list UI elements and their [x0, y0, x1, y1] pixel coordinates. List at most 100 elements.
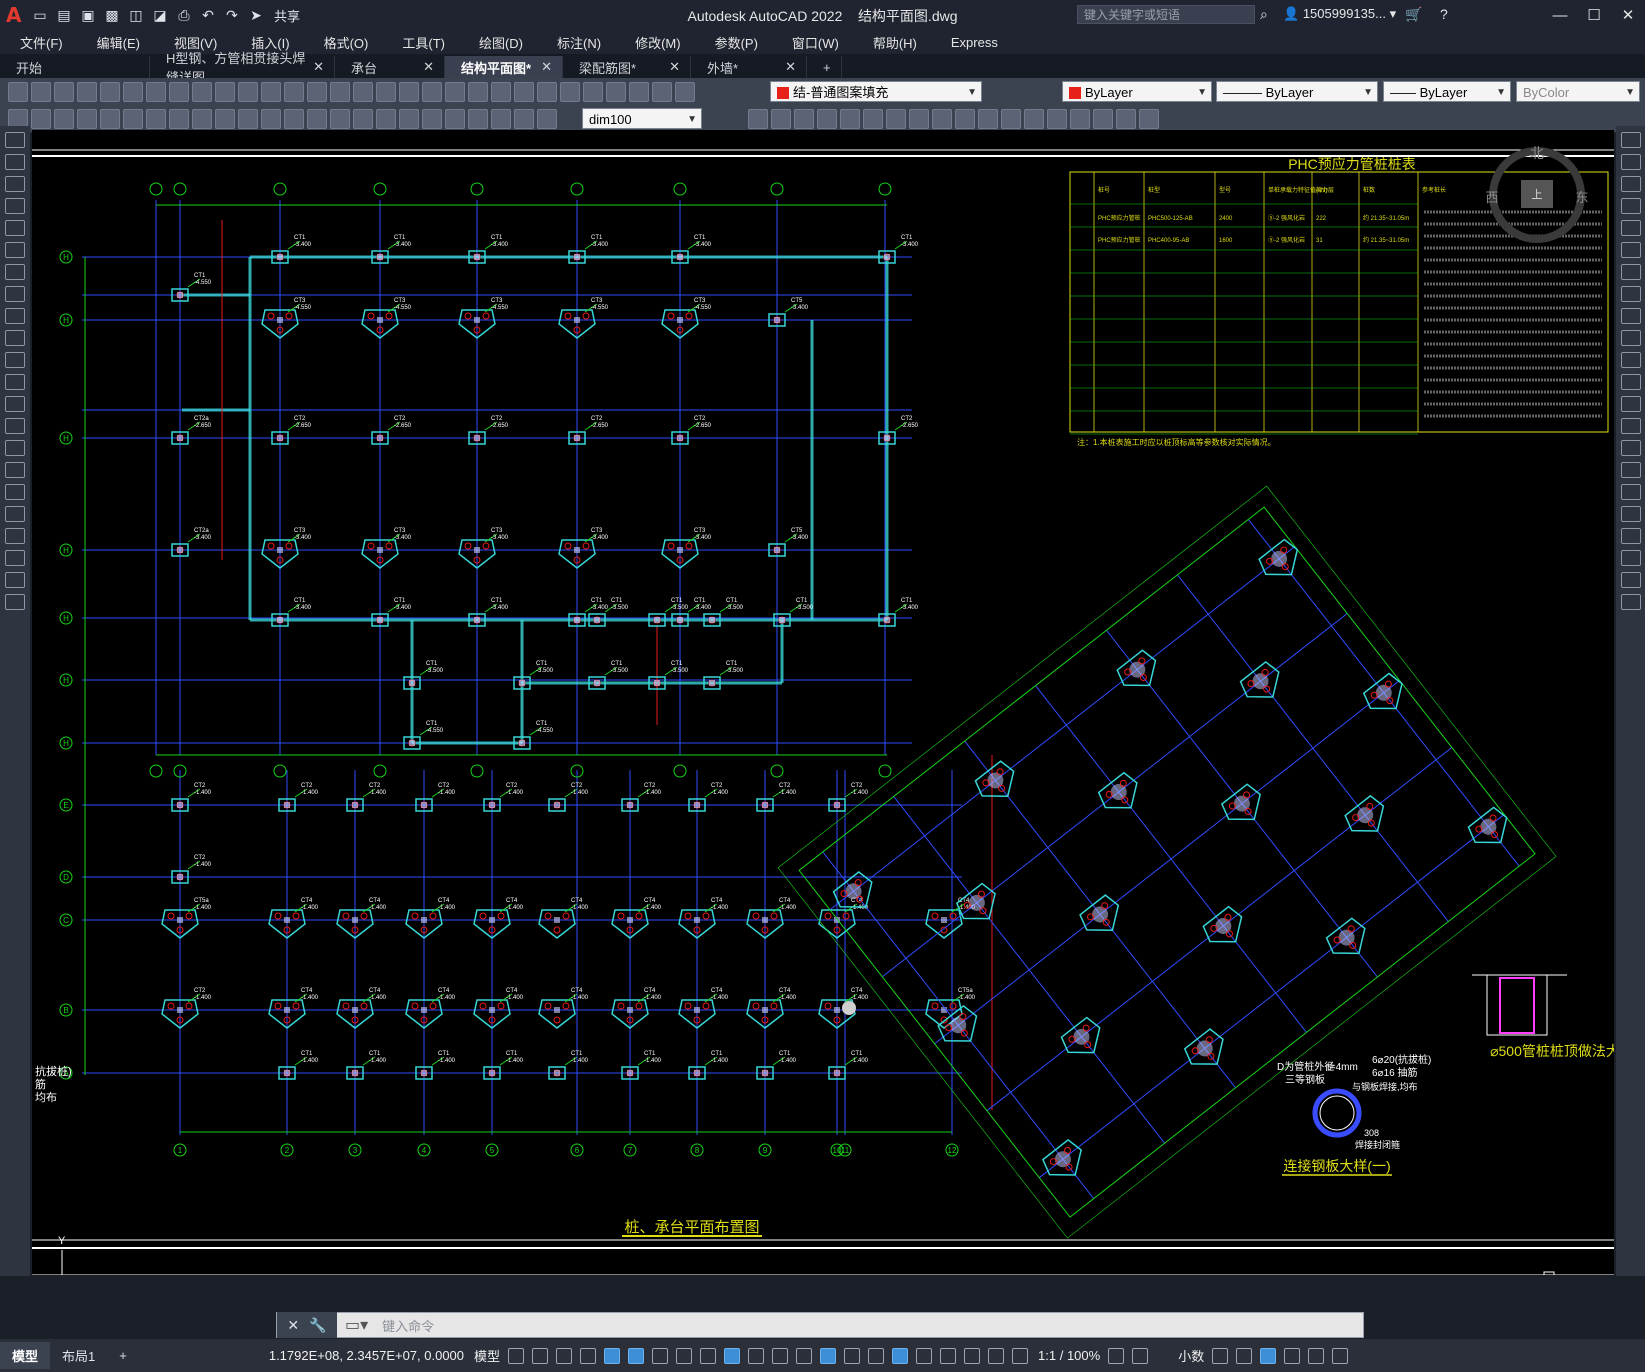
tab-model[interactable]: 模型	[0, 1342, 51, 1369]
righttools-icon-11[interactable]	[1621, 374, 1641, 390]
drafting-aid-icon-3[interactable]	[580, 1347, 597, 1364]
modify-tool-icon-16[interactable]	[1116, 108, 1136, 129]
dimension-tool-icon-11[interactable]	[261, 108, 281, 129]
righttools-icon-3[interactable]	[1621, 198, 1641, 214]
maximize-button[interactable]: ☐	[1577, 0, 1611, 30]
search-icon[interactable]: ⌕	[1260, 6, 1268, 23]
save-icon[interactable]: ▣	[78, 5, 98, 25]
righttools-icon-8[interactable]	[1621, 308, 1641, 324]
clean-screen-icon[interactable]	[1308, 1347, 1325, 1364]
modify-tool-icon-12[interactable]	[1024, 108, 1044, 129]
menu-item-6[interactable]: 绘图(D)	[459, 33, 537, 52]
drafting-aid-icon-5[interactable]	[628, 1347, 645, 1364]
righttools-icon-6[interactable]	[1621, 264, 1641, 280]
righttools-icon-7[interactable]	[1621, 286, 1641, 302]
righttools-icon-20[interactable]	[1621, 572, 1641, 588]
model-space-toggle[interactable]: 模型	[474, 1346, 500, 1365]
righttools-icon-1[interactable]	[1621, 154, 1641, 170]
help-icon[interactable]: ?	[1440, 6, 1448, 22]
open-web-icon[interactable]: ◫	[126, 5, 146, 25]
standard-tool-icon-20[interactable]	[468, 81, 488, 102]
annotation-scale[interactable]: 1:1 / 100%	[1038, 1348, 1100, 1363]
dimension-tool-icon-5[interactable]	[123, 108, 143, 129]
drafting-aid-icon-19[interactable]	[964, 1347, 981, 1364]
undo-icon[interactable]: ↶	[198, 5, 218, 25]
dimension-tool-icon-21[interactable]	[491, 108, 511, 129]
lefttools-icon-20[interactable]	[5, 572, 25, 588]
dimension-tool-icon-20[interactable]	[468, 108, 488, 129]
dimension-tool-icon-13[interactable]	[307, 108, 327, 129]
tab-close-icon[interactable]: ✕	[313, 59, 324, 75]
modify-tool-icon-15[interactable]	[1093, 108, 1113, 129]
quick-properties-icon[interactable]	[1212, 1347, 1229, 1364]
drafting-aid-icon-0[interactable]	[508, 1347, 525, 1364]
lefttools-icon-11[interactable]	[5, 374, 25, 390]
lefttools-icon-2[interactable]	[5, 176, 25, 192]
hardware-accel-icon[interactable]	[1284, 1347, 1301, 1364]
standard-tool-icon-17[interactable]	[399, 81, 419, 102]
standard-tool-icon-19[interactable]	[445, 81, 465, 102]
standard-tool-icon-5[interactable]	[123, 81, 143, 102]
menu-item-1[interactable]: 编辑(E)	[77, 33, 154, 52]
standard-tool-icon-15[interactable]	[353, 81, 373, 102]
righttools-icon-18[interactable]	[1621, 528, 1641, 544]
drafting-aid-icon-18[interactable]	[940, 1347, 957, 1364]
menu-item-0[interactable]: 文件(F)	[0, 33, 77, 52]
drafting-aid-icon-6[interactable]	[652, 1347, 669, 1364]
dimension-tool-icon-8[interactable]	[192, 108, 212, 129]
menu-item-12[interactable]: Express	[931, 35, 1012, 50]
standard-tool-icon-9[interactable]	[215, 81, 235, 102]
righttools-icon-14[interactable]	[1621, 440, 1641, 456]
righttools-icon-19[interactable]	[1621, 550, 1641, 566]
customization-icon[interactable]	[1332, 1347, 1349, 1364]
drafting-aid-icon-12[interactable]	[796, 1347, 813, 1364]
standard-tool-icon-27[interactable]	[629, 81, 649, 102]
tab-0[interactable]: 开始	[0, 56, 150, 78]
modify-tool-icon-13[interactable]	[1047, 108, 1067, 129]
standard-tool-icon-1[interactable]	[31, 81, 51, 102]
righttools-icon-13[interactable]	[1621, 418, 1641, 434]
standard-tool-icon-21[interactable]	[491, 81, 511, 102]
modify-tool-icon-17[interactable]	[1139, 108, 1159, 129]
dimension-tool-icon-6[interactable]	[146, 108, 166, 129]
save-as-icon[interactable]: ▩	[102, 5, 122, 25]
standard-tool-icon-8[interactable]	[192, 81, 212, 102]
plus-icon[interactable]	[1132, 1347, 1149, 1364]
search-input[interactable]: 键入关键字或短语	[1077, 5, 1255, 24]
close-button[interactable]: ✕	[1611, 0, 1645, 30]
modify-tool-icon-11[interactable]	[1001, 108, 1021, 129]
tab-3[interactable]: 结构平面图* ✕	[445, 56, 563, 78]
standard-tool-icon-10[interactable]	[238, 81, 258, 102]
standard-tool-icon-2[interactable]	[54, 81, 74, 102]
tab-close-icon[interactable]: ✕	[423, 59, 434, 75]
lefttools-icon-19[interactable]	[5, 550, 25, 566]
modify-tool-icon-7[interactable]	[909, 108, 929, 129]
dimension-tool-icon-16[interactable]	[376, 108, 396, 129]
righttools-icon-4[interactable]	[1621, 220, 1641, 236]
righttools-icon-2[interactable]	[1621, 176, 1641, 192]
menu-item-8[interactable]: 修改(M)	[615, 33, 695, 52]
tab-close-icon[interactable]: ✕	[541, 59, 552, 75]
drafting-aid-icon-13[interactable]	[820, 1347, 837, 1364]
modify-tool-icon-2[interactable]	[794, 108, 814, 129]
dimension-tool-icon-4[interactable]	[100, 108, 120, 129]
drafting-aid-icon-14[interactable]	[844, 1347, 861, 1364]
standard-tool-icon-18[interactable]	[422, 81, 442, 102]
lineweight-dropdown[interactable]: —— ByLayer ▼	[1383, 81, 1511, 102]
righttools-icon-21[interactable]	[1621, 594, 1641, 610]
modify-tool-icon-10[interactable]	[978, 108, 998, 129]
dimension-tool-icon-18[interactable]	[422, 108, 442, 129]
share-button[interactable]: 共享	[274, 6, 300, 25]
standard-tool-icon-14[interactable]	[330, 81, 350, 102]
layer-dropdown[interactable]: 结-普通图案填充 ▼	[770, 81, 982, 102]
isolate-objects-icon[interactable]	[1260, 1347, 1277, 1364]
lefttools-icon-15[interactable]	[5, 462, 25, 478]
tab-close-icon[interactable]: ✕	[669, 59, 680, 75]
standard-tool-icon-24[interactable]	[560, 81, 580, 102]
cart-icon[interactable]: 🛒	[1405, 6, 1422, 23]
modify-tool-icon-5[interactable]	[863, 108, 883, 129]
standard-tool-icon-28[interactable]	[652, 81, 672, 102]
drafting-aid-icon-2[interactable]	[556, 1347, 573, 1364]
drafting-aid-icon-11[interactable]	[772, 1347, 789, 1364]
menu-item-7[interactable]: 标注(N)	[537, 33, 615, 52]
